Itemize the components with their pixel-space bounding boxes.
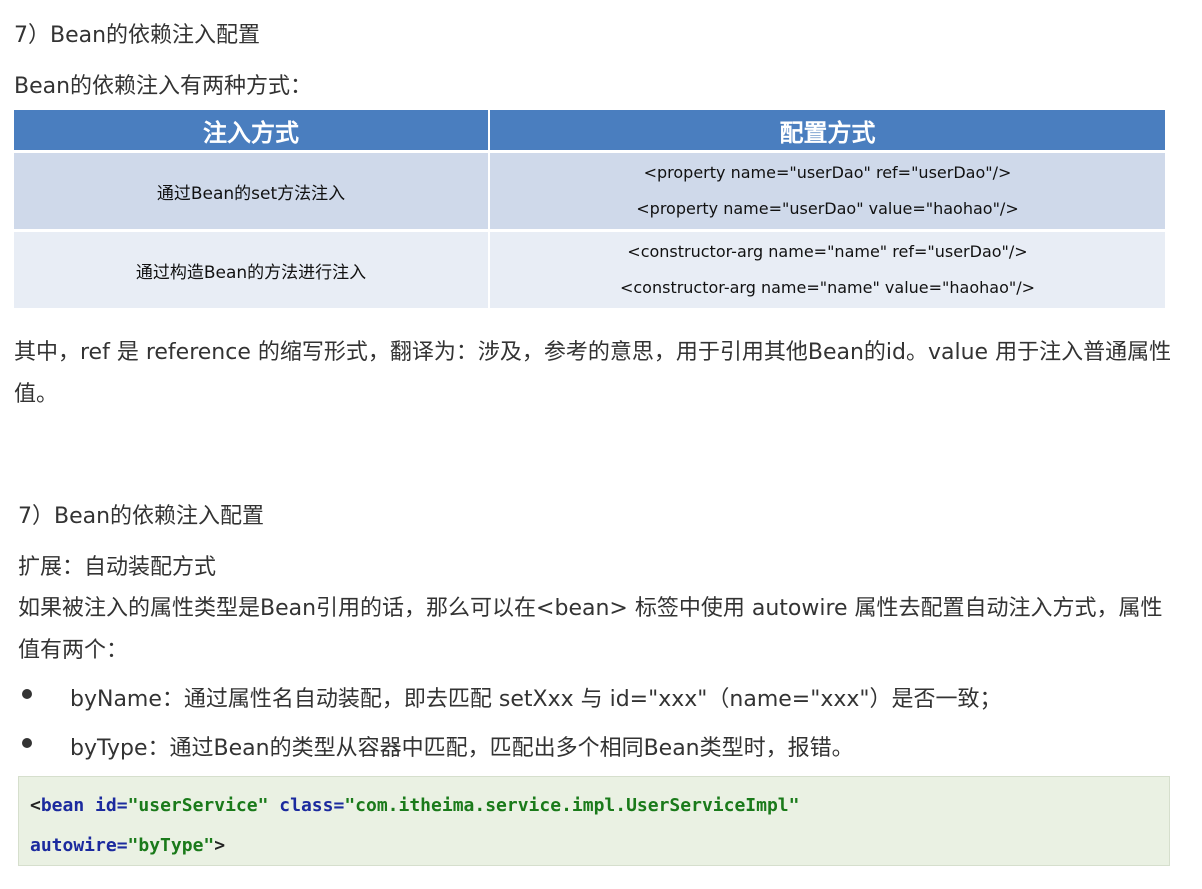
config-line: <property name="userDao" ref="userDao"/> xyxy=(643,163,1012,182)
code-attr-autowire: autowire= xyxy=(30,835,128,856)
table-row: 通过构造Bean的方法进行注入 <constructor-arg name="n… xyxy=(14,229,1165,308)
table-header-row: 注入方式 配置方式 xyxy=(14,110,1165,152)
section2-heading: 7）Bean的依赖注入配置 xyxy=(18,504,265,529)
method-cell: 通过构造Bean的方法进行注入 xyxy=(14,229,490,308)
code-line-2: autowire="byType"> xyxy=(30,835,225,856)
code-val-id: "userService" xyxy=(127,795,269,816)
autowire-paragraph: 如果被注入的属性类型是Bean引用的话，那么可以在<bean> 标签中使用 au… xyxy=(18,596,1163,663)
code-open-bracket: < xyxy=(30,795,41,816)
bullet-dot xyxy=(22,689,32,699)
section2-subheading: 扩展：自动装配方式 xyxy=(18,555,217,580)
section1-heading: 7）Bean的依赖注入配置 xyxy=(14,23,261,48)
code-line-1: <bean id="userService" class="com.itheim… xyxy=(30,795,799,816)
header-config-method: 配置方式 xyxy=(489,110,1165,152)
config-line: <constructor-arg name="name" value="haoh… xyxy=(619,278,1036,297)
config-line: <property name="userDao" value="haohao"/… xyxy=(636,199,1019,218)
bullet-bytype: byType：通过Bean的类型从容器中匹配，匹配出多个相同Bean类型时，报错… xyxy=(70,736,854,761)
injection-table: 注入方式 配置方式 通过Bean的set方法注入 <property name=… xyxy=(14,110,1165,308)
code-val-class: "com.itheima.service.impl.UserServiceImp… xyxy=(344,795,800,816)
bullet-byname: byName：通过属性名自动装配，即去匹配 setXxx 与 id="xxx"（… xyxy=(70,687,1002,712)
bullet-dot xyxy=(22,738,32,748)
table-row: 通过Bean的set方法注入 <property name="userDao" … xyxy=(14,150,1165,231)
section1-intro: Bean的依赖注入有两种方式： xyxy=(14,74,313,99)
code-val-autowire: "byType" xyxy=(127,835,215,856)
code-close-bracket: > xyxy=(214,835,226,856)
config-cell: <constructor-arg name="name" ref="userDa… xyxy=(489,229,1165,308)
config-cell: <property name="userDao" ref="userDao"/>… xyxy=(489,150,1165,231)
code-attr-class: class= xyxy=(279,795,345,816)
method-cell: 通过Bean的set方法注入 xyxy=(14,150,490,231)
code-block: <bean id="userService" class="com.itheim… xyxy=(18,776,1170,866)
code-attr-id: id= xyxy=(95,795,128,816)
config-line: <constructor-arg name="name" ref="userDa… xyxy=(627,242,1028,261)
code-tag: bean xyxy=(40,795,85,816)
header-injection-method: 注入方式 xyxy=(14,110,490,152)
ref-value-note: 其中，ref 是 reference 的缩写形式，翻译为：涉及，参考的意思，用于… xyxy=(14,340,1172,407)
